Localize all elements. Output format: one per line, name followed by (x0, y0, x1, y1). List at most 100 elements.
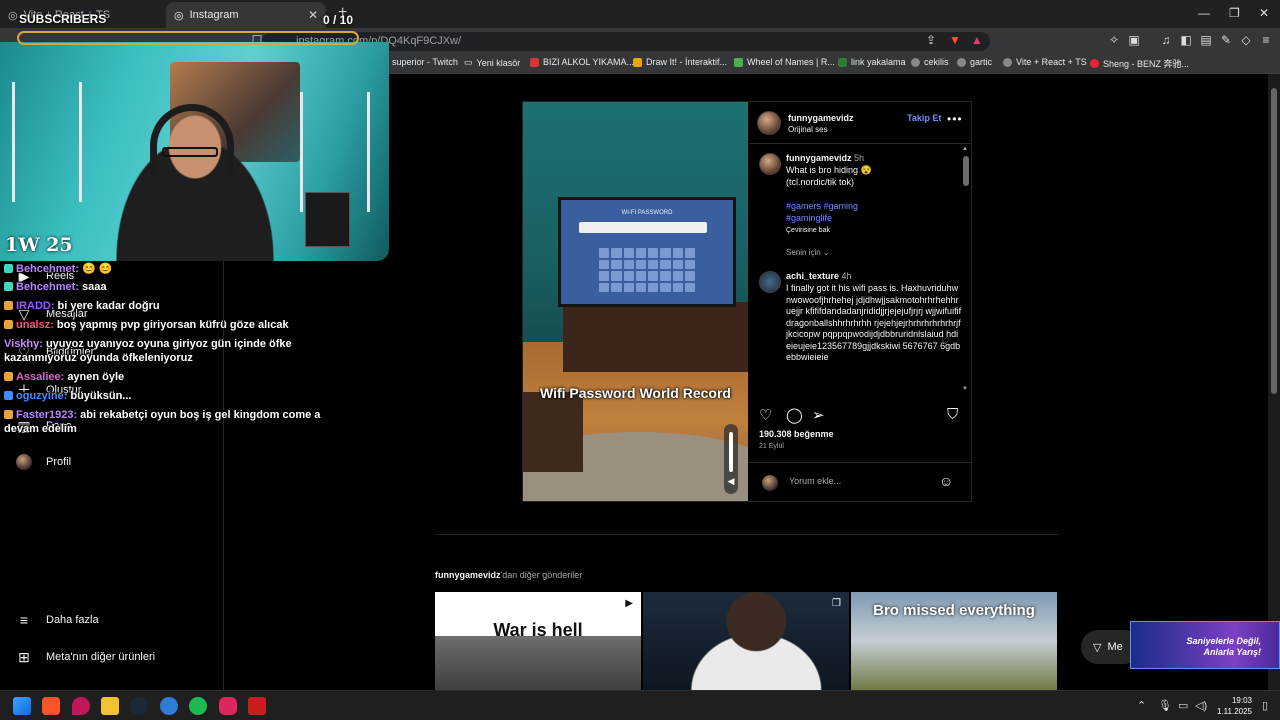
sidebar-item-profile[interactable]: Profil (16, 454, 71, 470)
more-options-icon[interactable]: ••• (947, 112, 963, 126)
bookmark-item[interactable]: Draw It! - İnteraktif... (633, 57, 727, 67)
reader-icon[interactable]: ▣ (1127, 33, 1141, 47)
author-avatar[interactable] (757, 111, 781, 135)
scroll-up-icon[interactable]: ▲ (962, 146, 968, 152)
scroll-down-icon[interactable]: ▼ (962, 386, 968, 392)
notifications-icon[interactable]: ▯ (1262, 699, 1268, 712)
share-icon[interactable]: ⇪ (924, 33, 938, 47)
minimize-icon[interactable]: — (1198, 6, 1210, 20)
tray-chevron-icon[interactable]: ⌃ (1137, 699, 1146, 712)
post-video[interactable]: WI-FI PASSWORD Wifi Password World Recor… (523, 102, 748, 501)
webcam-pc (305, 192, 350, 247)
scroll-thumb[interactable] (1271, 88, 1277, 394)
follow-button[interactable]: Takip Et (907, 113, 941, 123)
caption-username[interactable]: funnygamevidz 5h (786, 153, 864, 163)
microphone-icon[interactable]: 🎙 (1158, 699, 1172, 712)
comments-scrollbar[interactable]: ▲ ▼ (962, 146, 970, 394)
bookmark-item[interactable]: superior - Twitch (392, 57, 458, 67)
scroll-thumb[interactable] (963, 156, 969, 186)
spotify-icon[interactable] (189, 697, 207, 715)
bookmark-item[interactable]: link yakalama (838, 57, 906, 67)
tab-favicon-icon: ◎ (8, 9, 18, 22)
vpn-icon[interactable]: ◇ (1239, 33, 1253, 47)
brave-shield-icon[interactable]: ▼ (948, 33, 962, 47)
more-posts-title[interactable]: funnygamevidz'dan diğer gönderiler (435, 570, 582, 580)
menu-icon[interactable]: ≡ (1259, 33, 1273, 47)
chat-message: Faster1923: abi rekabetçi oyun boş iş gel… (4, 408, 320, 422)
caption-credit: (tcl.nordic/tik tok) (786, 177, 855, 187)
more-post-thumb[interactable]: War is hell ▶ (435, 592, 641, 690)
avatar (16, 454, 32, 470)
network-icon[interactable]: ▭ (1178, 699, 1188, 712)
volume-slider[interactable]: ◀ (724, 424, 738, 494)
tv-keyboard (599, 248, 695, 292)
badge-icon (4, 391, 13, 400)
webcam-shelf (12, 82, 82, 202)
bookmark-item[interactable]: Sheng - BENZ 奔驰... (1090, 57, 1189, 70)
close-window-icon[interactable]: ✕ (1259, 6, 1269, 20)
instagram-favicon-icon: ◎ (174, 9, 184, 22)
commenter-avatar[interactable] (759, 271, 781, 293)
chat-message-continued: devam edelim (4, 423, 77, 435)
comment-like-icon[interactable]: ♡ (941, 336, 950, 347)
bookmark-item[interactable]: Wheel of Names | R... (734, 57, 835, 67)
extensions-icon[interactable]: ✧ (1107, 33, 1121, 47)
bookmark-folder[interactable]: ▭ Yeni klasör (464, 57, 520, 68)
maps-icon[interactable] (72, 697, 90, 715)
hashtags-line2[interactable]: #gaminglife (786, 213, 962, 225)
comment-filter[interactable]: Senin için ⌄ (786, 247, 962, 259)
bookmark-item[interactable]: Vite + React + TS (1003, 57, 1087, 67)
site-icon (734, 57, 743, 67)
tab-instagram[interactable]: ◎ Instagram ✕ (166, 2, 326, 28)
comment-icon[interactable]: ◯ (786, 406, 803, 424)
meta-ai-icon: ▽ (1093, 641, 1102, 654)
save-icon[interactable]: ⛉ (947, 406, 958, 423)
author-username[interactable]: funnygamevidz (788, 113, 854, 123)
more-post-thumb[interactable]: ❐ (643, 592, 849, 690)
chat-message: oguzyine: büyüksün... (4, 389, 131, 403)
maximize-icon[interactable]: ❐ (1229, 6, 1240, 20)
wallet-icon[interactable]: ▤ (1199, 33, 1213, 47)
sidebar-item-more[interactable]: ≡ Daha fazla (16, 612, 99, 628)
bookmark-item[interactable]: BIZI ALKOL YIKAMA... (530, 57, 634, 67)
post-sidebar: funnygamevidz Orijinal ses Takip Et ••• … (749, 102, 972, 501)
like-icon[interactable]: ♡ (759, 406, 772, 424)
comment-input[interactable]: Yorum ekle... (789, 476, 841, 486)
leo-icon[interactable]: ✎ (1219, 33, 1233, 47)
globe-icon (957, 57, 966, 67)
brave-browser-icon[interactable] (42, 697, 60, 715)
emoji-icon[interactable]: ☺ (939, 473, 953, 489)
share-icon[interactable]: ➢ (812, 406, 825, 424)
caption-avatar[interactable] (759, 153, 781, 175)
caption-text: What is bro hiding 😵 (786, 165, 872, 175)
bookmark-item[interactable]: cekilis (911, 57, 949, 67)
translate-link[interactable]: Çevirisine bak (786, 225, 962, 237)
menu-icon: ≡ (19, 612, 29, 628)
page-scrollbar[interactable] (1268, 74, 1280, 690)
sidebar-item-meta-products[interactable]: ⊞ Meta'nın diğer ürünleri (16, 649, 155, 665)
audio-label[interactable]: Orijinal ses (788, 125, 828, 134)
app-icon[interactable] (160, 697, 178, 715)
music-icon[interactable]: ♫ (1159, 33, 1173, 47)
hashtags-line1[interactable]: #gamers #gaming (786, 201, 962, 213)
comment-clip: I finally got it his wifi pass is. Haxhu… (786, 283, 962, 395)
taskbar-clock[interactable]: 19:03 1.11.2025 (1212, 695, 1252, 717)
brave-rewards-icon[interactable]: ▲ (970, 33, 984, 47)
close-tab-icon[interactable]: ✕ (308, 8, 318, 22)
post-header: funnygamevidz Orijinal ses Takip Et ••• (749, 102, 972, 144)
chat-message: Behcehmet: 😊 😊 (4, 262, 112, 276)
file-explorer-icon[interactable] (101, 697, 119, 715)
windows-start-icon[interactable] (13, 697, 31, 715)
steam-icon[interactable] (130, 697, 148, 715)
like-count[interactable]: 190.308 beğenme (759, 429, 834, 439)
app-icon[interactable] (248, 697, 266, 715)
speaker-icon[interactable]: ◀ (725, 476, 737, 487)
comment-box: Yorum ekle... ☺ (749, 462, 972, 502)
commenter-username[interactable]: achi_texture 4h (786, 271, 852, 281)
bookmark-item[interactable]: gartic (957, 57, 992, 67)
sidebar-icon[interactable]: ◧ (1179, 33, 1193, 47)
volume-icon[interactable]: ◁) (1195, 699, 1207, 712)
site-icon (1090, 59, 1099, 68)
more-post-thumb[interactable]: Bro missed everything (851, 592, 1057, 690)
app-icon[interactable] (219, 697, 237, 715)
